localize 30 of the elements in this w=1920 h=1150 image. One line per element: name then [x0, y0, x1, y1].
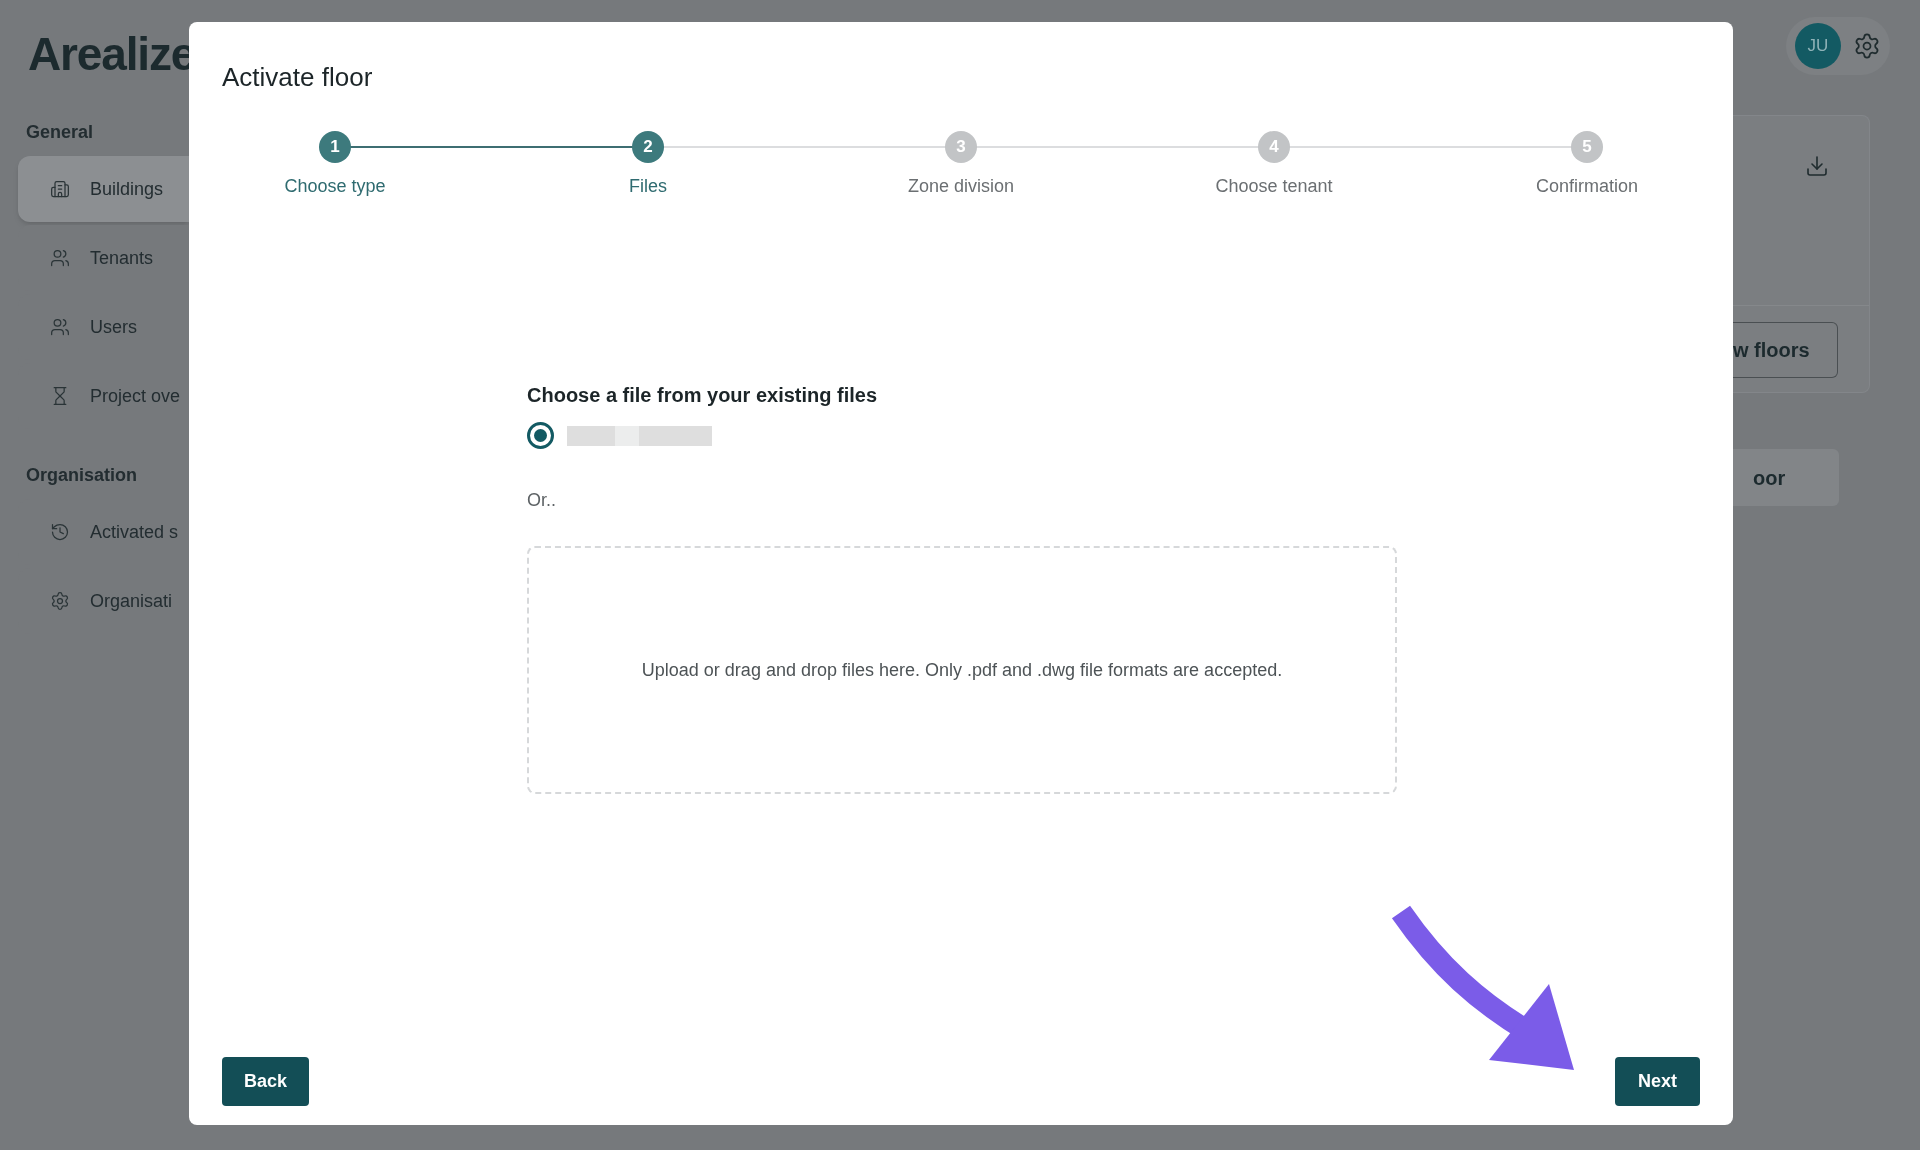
back-button[interactable]: Back [222, 1057, 310, 1106]
upload-dropzone[interactable]: Upload or drag and drop files here. Only .pdf and .dwg file formats are accepted. [527, 546, 1397, 794]
users-icon [50, 317, 70, 337]
step-label: Files [629, 175, 667, 198]
settings-icon[interactable] [1853, 32, 1881, 60]
app-logo: Arealize [28, 27, 189, 82]
step-number: 3 [945, 131, 977, 163]
section-heading: Choose a file from your existing files [527, 383, 879, 408]
next-button[interactable]: Next [1615, 1057, 1700, 1106]
step-label: Confirmation [1535, 175, 1638, 198]
download-icon[interactable] [1805, 154, 1829, 178]
floor-button[interactable]: oor [1733, 449, 1839, 506]
history-icon [50, 522, 70, 542]
sidebar-section-title: General [26, 121, 95, 144]
users-icon [50, 248, 70, 268]
or-label: Or.. [527, 489, 557, 512]
step-number: 1 [319, 131, 351, 163]
user-avatar[interactable]: JU [1795, 23, 1841, 69]
sidebar-section-title: Organisation [26, 464, 138, 487]
radio-button[interactable] [527, 422, 554, 449]
step-number: 4 [1258, 131, 1290, 163]
step-number: 5 [1571, 131, 1603, 163]
step-label: Choose type [284, 175, 386, 198]
step-label: Choose tenant [1215, 175, 1333, 198]
step-number: 2 [632, 131, 664, 163]
gear-icon [50, 591, 70, 611]
step-label: Zone division [907, 175, 1015, 198]
building-icon [50, 179, 70, 199]
dialog-title: Activate floor [222, 61, 374, 94]
sidebar-item[interactable]: Buildings [18, 156, 189, 222]
